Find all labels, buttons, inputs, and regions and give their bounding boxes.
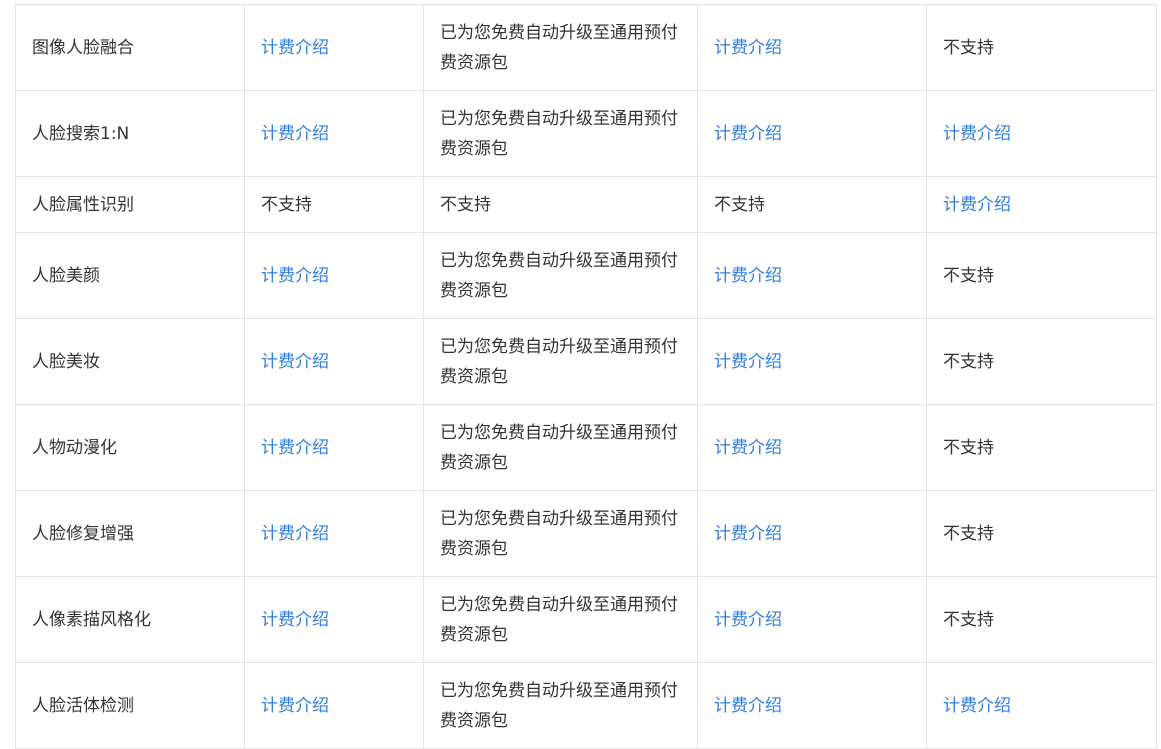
not-supported-text: 不支持 bbox=[926, 576, 1157, 663]
service-name: 人物动漫化 bbox=[15, 404, 245, 491]
service-name: 人脸搜索1:N bbox=[15, 90, 245, 177]
table-row: 人脸活体检测 计费介绍 已为您免费自动升级至通用预付费资源包 计费介绍 计费介绍 bbox=[15, 662, 1157, 749]
billing-info-link[interactable]: 计费介绍 bbox=[697, 90, 927, 177]
not-supported-text: 不支持 bbox=[423, 176, 698, 233]
billing-info-link[interactable]: 计费介绍 bbox=[926, 90, 1157, 177]
table-row: 人脸搜索1:N 计费介绍 已为您免费自动升级至通用预付费资源包 计费介绍 计费介… bbox=[15, 90, 1157, 177]
table-row: 人脸修复增强 计费介绍 已为您免费自动升级至通用预付费资源包 计费介绍 不支持 bbox=[15, 490, 1157, 577]
not-supported-text: 不支持 bbox=[697, 176, 927, 233]
billing-info-link[interactable]: 计费介绍 bbox=[244, 90, 424, 177]
billing-info-link[interactable]: 计费介绍 bbox=[926, 662, 1157, 749]
service-name: 人像素描风格化 bbox=[15, 576, 245, 663]
billing-info-link[interactable]: 计费介绍 bbox=[697, 318, 927, 405]
table-row: 人像素描风格化 计费介绍 已为您免费自动升级至通用预付费资源包 计费介绍 不支持 bbox=[15, 576, 1157, 663]
not-supported-text: 不支持 bbox=[926, 318, 1157, 405]
billing-info-link[interactable]: 计费介绍 bbox=[697, 404, 927, 491]
service-name: 图像人脸融合 bbox=[15, 4, 245, 91]
billing-info-link[interactable]: 计费介绍 bbox=[244, 576, 424, 663]
billing-info-link[interactable]: 计费介绍 bbox=[244, 404, 424, 491]
not-supported-text: 不支持 bbox=[244, 176, 424, 233]
service-name: 人脸属性识别 bbox=[15, 176, 245, 233]
not-supported-text: 不支持 bbox=[926, 232, 1157, 319]
upgrade-note: 已为您免费自动升级至通用预付费资源包 bbox=[423, 318, 698, 405]
pricing-table-container: 图像人脸融合 计费介绍 已为您免费自动升级至通用预付费资源包 计费介绍 不支持 … bbox=[15, 4, 1157, 749]
pricing-table: 图像人脸融合 计费介绍 已为您免费自动升级至通用预付费资源包 计费介绍 不支持 … bbox=[15, 4, 1157, 749]
billing-info-link[interactable]: 计费介绍 bbox=[244, 490, 424, 577]
billing-info-link[interactable]: 计费介绍 bbox=[244, 662, 424, 749]
billing-info-link[interactable]: 计费介绍 bbox=[697, 662, 927, 749]
upgrade-note: 已为您免费自动升级至通用预付费资源包 bbox=[423, 4, 698, 91]
service-name: 人脸修复增强 bbox=[15, 490, 245, 577]
billing-info-link[interactable]: 计费介绍 bbox=[244, 232, 424, 319]
not-supported-text: 不支持 bbox=[926, 404, 1157, 491]
not-supported-text: 不支持 bbox=[926, 4, 1157, 91]
billing-info-link[interactable]: 计费介绍 bbox=[697, 490, 927, 577]
billing-info-link[interactable]: 计费介绍 bbox=[926, 176, 1157, 233]
billing-info-link[interactable]: 计费介绍 bbox=[244, 4, 424, 91]
billing-info-link[interactable]: 计费介绍 bbox=[697, 232, 927, 319]
upgrade-note: 已为您免费自动升级至通用预付费资源包 bbox=[423, 232, 698, 319]
billing-info-link[interactable]: 计费介绍 bbox=[697, 4, 927, 91]
service-name: 人脸美妆 bbox=[15, 318, 245, 405]
table-row: 图像人脸融合 计费介绍 已为您免费自动升级至通用预付费资源包 计费介绍 不支持 bbox=[15, 4, 1157, 91]
table-row: 人脸美妆 计费介绍 已为您免费自动升级至通用预付费资源包 计费介绍 不支持 bbox=[15, 318, 1157, 405]
table-row: 人脸属性识别 不支持 不支持 不支持 计费介绍 bbox=[15, 176, 1157, 233]
billing-info-link[interactable]: 计费介绍 bbox=[697, 576, 927, 663]
table-row: 人脸美颜 计费介绍 已为您免费自动升级至通用预付费资源包 计费介绍 不支持 bbox=[15, 232, 1157, 319]
table-row: 人物动漫化 计费介绍 已为您免费自动升级至通用预付费资源包 计费介绍 不支持 bbox=[15, 404, 1157, 491]
upgrade-note: 已为您免费自动升级至通用预付费资源包 bbox=[423, 576, 698, 663]
billing-info-link[interactable]: 计费介绍 bbox=[244, 318, 424, 405]
upgrade-note: 已为您免费自动升级至通用预付费资源包 bbox=[423, 490, 698, 577]
not-supported-text: 不支持 bbox=[926, 490, 1157, 577]
service-name: 人脸美颜 bbox=[15, 232, 245, 319]
upgrade-note: 已为您免费自动升级至通用预付费资源包 bbox=[423, 90, 698, 177]
service-name: 人脸活体检测 bbox=[15, 662, 245, 749]
upgrade-note: 已为您免费自动升级至通用预付费资源包 bbox=[423, 662, 698, 749]
upgrade-note: 已为您免费自动升级至通用预付费资源包 bbox=[423, 404, 698, 491]
